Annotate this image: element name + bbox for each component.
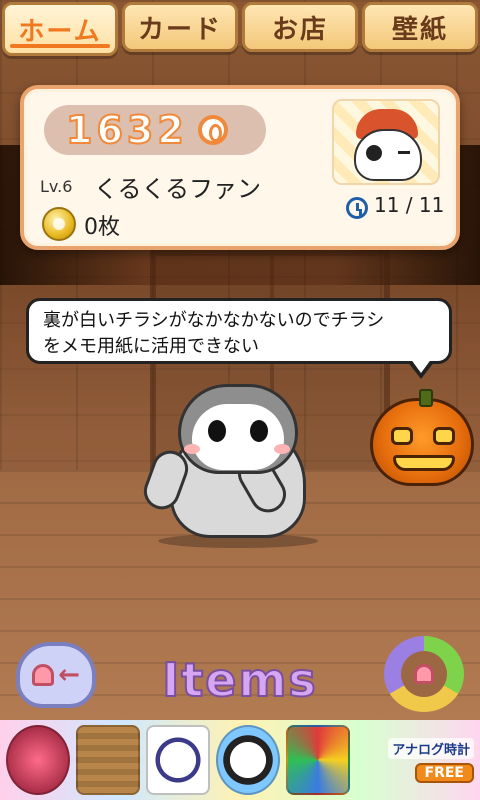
pumpkin-decoration[interactable]	[370, 389, 474, 486]
portrait-face	[354, 129, 422, 181]
penguin-face	[192, 404, 284, 470]
bell-icon	[414, 664, 434, 684]
portrait-eye-left	[366, 145, 382, 161]
ad-banner[interactable]: アナログ時計 FREE	[0, 720, 480, 800]
tab-wallpaper[interactable]: 壁紙	[362, 2, 478, 52]
cycle-bell-button[interactable]	[384, 636, 464, 712]
pumpkin-mouth	[393, 455, 455, 471]
clock-icon	[346, 197, 368, 219]
speech-line-2: をメモ用紙に活用できない	[43, 336, 259, 357]
coin-counter: 1632	[44, 105, 266, 155]
speech-bubble[interactable]: 裏が白いチラシがなかなかないのでチラシ をメモ用紙に活用できない	[26, 298, 452, 379]
penguin-blush-right	[274, 444, 290, 454]
cycle-center	[401, 651, 447, 697]
ad-free-badge: FREE	[414, 762, 474, 783]
pumpkin-eye-right	[433, 427, 455, 445]
tab-shop[interactable]: お店	[242, 2, 358, 52]
back-bell-button[interactable]: ←	[16, 642, 96, 708]
medal-icon	[42, 207, 76, 241]
ad-title: アナログ時計	[388, 737, 474, 759]
ad-thumb-heart-clock	[6, 725, 70, 795]
status-panel: 1632 Lv.6 くるくるファン 0枚 11 / 11	[20, 85, 460, 250]
arrow-left-icon: ←	[58, 660, 80, 690]
ad-thumb-color-clock	[286, 725, 350, 795]
penguin-blush-left	[184, 444, 200, 454]
ad-thumb-round-clock	[216, 725, 280, 795]
ad-thumb-panda-clock	[146, 725, 210, 795]
items-button[interactable]: Items	[140, 650, 340, 710]
penguin-character[interactable]	[138, 384, 328, 548]
ad-thumb-wood-clock	[76, 725, 140, 795]
speech-line-1: 裏が白いチラシがなかなかないのでチラシ	[43, 310, 385, 331]
tab-cards[interactable]: カード	[122, 2, 238, 52]
coin-count: 1632	[65, 107, 188, 153]
clock-counter: 11 / 11	[374, 193, 445, 217]
portrait-eye-right	[398, 151, 410, 154]
penguin-eye-left	[208, 420, 226, 442]
character-portrait[interactable]	[332, 99, 440, 185]
coin-icon	[197, 115, 228, 145]
level-label: Lv.6	[40, 177, 73, 196]
active-tab-indicator	[10, 44, 110, 48]
ad-text-group: アナログ時計 FREE	[356, 737, 474, 783]
medal-count: 0枚	[84, 215, 120, 240]
pumpkin-eye-left	[391, 427, 413, 445]
player-title: くるくるファン	[94, 175, 262, 203]
bell-icon	[32, 664, 55, 686]
penguin-eye-right	[250, 420, 268, 442]
